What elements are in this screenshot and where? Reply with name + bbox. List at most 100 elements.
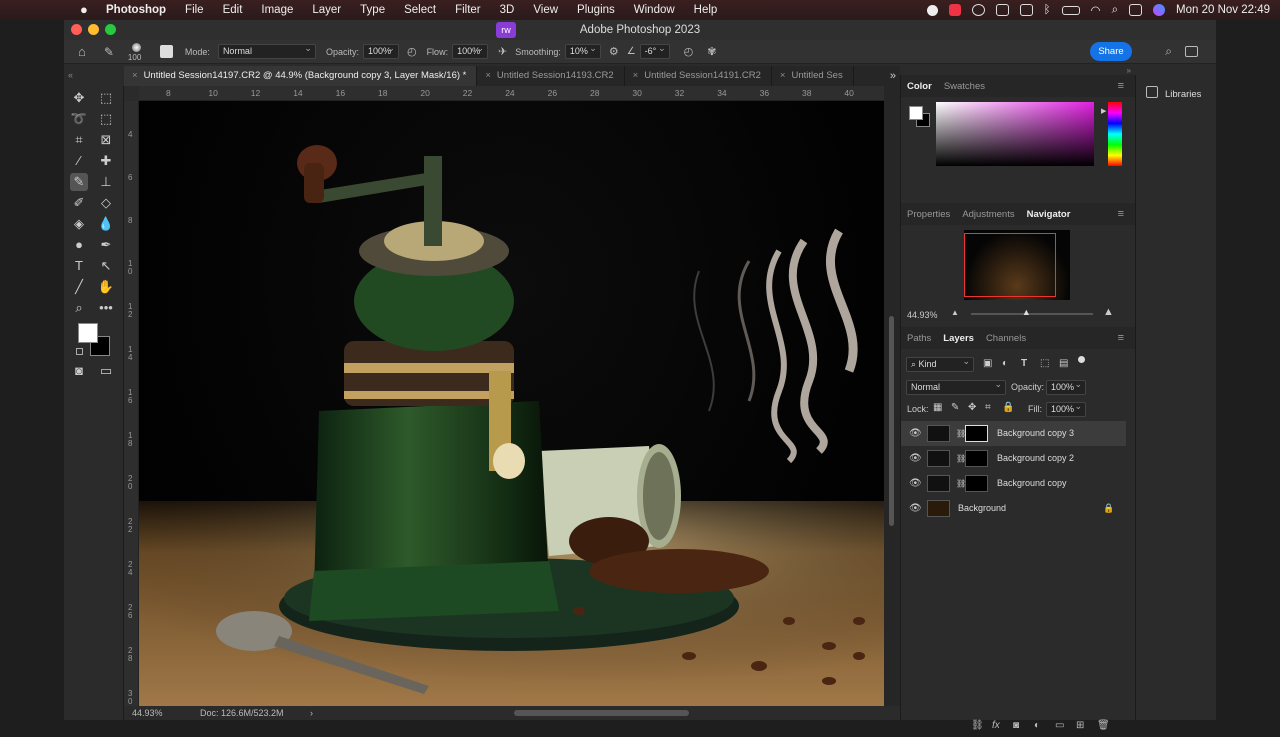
lock-image-icon[interactable]: ✎ bbox=[951, 402, 959, 413]
brush-tool-icon[interactable]: ✎ bbox=[70, 173, 88, 191]
visibility-eye-icon[interactable]: 👁 bbox=[909, 471, 922, 496]
layer-opacity-field[interactable]: 100% bbox=[1046, 378, 1086, 395]
path-select-tool-icon[interactable]: ↖ bbox=[97, 257, 115, 275]
layers-menu-icon[interactable]: ≡ bbox=[1112, 332, 1130, 344]
layer-mask-thumbnail[interactable] bbox=[965, 425, 988, 442]
color-fg-swatch[interactable] bbox=[909, 106, 923, 120]
status-app-icon[interactable] bbox=[948, 4, 961, 16]
filter-smart-object-icon[interactable]: ▤ bbox=[1059, 358, 1068, 369]
toolbar-collapse-icon[interactable]: « bbox=[68, 70, 73, 80]
navigator-menu-icon[interactable]: ≡ bbox=[1112, 208, 1130, 220]
layer-style-icon[interactable]: fx bbox=[992, 720, 1000, 731]
menu-3d[interactable]: 3D bbox=[500, 4, 515, 16]
tab-navigator[interactable]: Navigator bbox=[1021, 209, 1077, 220]
ruler-left[interactable]: 4 6 8 10 12 14 16 18 20 22 24 26 28 30 bbox=[124, 101, 139, 706]
lock-all-icon[interactable]: 🔒 bbox=[1002, 402, 1014, 413]
opacity-field[interactable]: 100% bbox=[362, 42, 399, 59]
menu-view[interactable]: View bbox=[533, 4, 558, 16]
screen-mode-icon[interactable]: ▭ bbox=[97, 362, 115, 380]
line-tool-icon[interactable]: ╱ bbox=[70, 278, 88, 296]
visibility-eye-icon[interactable]: 👁 bbox=[909, 446, 922, 471]
vertical-scroll-thumb[interactable] bbox=[889, 316, 894, 526]
navigator-zoom-slider[interactable]: ▲ bbox=[971, 308, 1093, 317]
minimize-window-icon[interactable] bbox=[88, 24, 99, 35]
stamp-tool-icon[interactable]: ⊥ bbox=[97, 173, 115, 191]
ruler-top[interactable]: 8 10 12 14 16 18 20 22 24 26 28 30 32 34 36 38 40 bbox=[139, 86, 884, 101]
hue-slider[interactable] bbox=[1108, 102, 1122, 166]
healing-tool-icon[interactable]: ✚ bbox=[97, 152, 115, 170]
color-field[interactable] bbox=[936, 102, 1094, 166]
zoom-window-icon[interactable] bbox=[105, 24, 116, 35]
color-panel-menu-icon[interactable]: ≡ bbox=[1112, 80, 1130, 92]
menu-filter[interactable]: Filter bbox=[455, 4, 481, 16]
status-zoom[interactable]: 44.93% bbox=[132, 706, 163, 720]
smoothing-field[interactable]: 10% bbox=[564, 42, 601, 59]
panel-collapse-icon[interactable]: » bbox=[1127, 66, 1131, 75]
navigator-zoom[interactable]: 44.93% bbox=[907, 310, 938, 320]
lock-artboard-icon[interactable]: ⌗ bbox=[985, 402, 991, 413]
quick-mask-icon[interactable]: ◙ bbox=[70, 362, 88, 380]
canvas-vertical-scrollbar[interactable] bbox=[884, 86, 900, 706]
menu-plugins[interactable]: Plugins bbox=[577, 4, 615, 16]
apple-icon[interactable]: ● bbox=[80, 3, 92, 17]
brush-settings-icon[interactable] bbox=[159, 45, 173, 58]
bluetooth-icon[interactable]: ᛒ bbox=[1044, 4, 1051, 16]
menu-help[interactable]: Help bbox=[694, 4, 718, 16]
link-layers-icon[interactable]: ⛓ bbox=[971, 720, 984, 731]
zoom-in-icon[interactable]: ▲ bbox=[1103, 306, 1114, 318]
home-icon[interactable]: ⌂ bbox=[78, 44, 86, 59]
hand-tool-icon[interactable]: ✋ bbox=[97, 278, 115, 296]
paint-bucket-tool-icon[interactable]: ◈ bbox=[70, 215, 88, 233]
foreground-color-swatch[interactable] bbox=[78, 323, 98, 343]
move-tool-icon[interactable]: ✥ bbox=[70, 89, 88, 107]
layer-mask-thumbnail[interactable] bbox=[965, 450, 988, 467]
visibility-eye-icon[interactable]: 👁 bbox=[909, 421, 922, 446]
control-center-icon[interactable] bbox=[1129, 4, 1143, 16]
menu-layer[interactable]: Layer bbox=[312, 4, 341, 16]
filter-adjustment-icon[interactable]: ◐ bbox=[1002, 358, 1008, 369]
tab-layers[interactable]: Layers bbox=[937, 333, 980, 344]
layer-thumbnail[interactable] bbox=[927, 475, 950, 492]
layer-row-background[interactable]: 👁 Background 🔒 bbox=[901, 496, 1126, 521]
smoothing-gear-icon[interactable]: ⚙ bbox=[609, 45, 619, 58]
angle-field[interactable]: -6° bbox=[639, 42, 670, 59]
workspace-icon[interactable] bbox=[1185, 46, 1198, 57]
navigator-view-box[interactable] bbox=[964, 233, 1056, 297]
eyedropper-tool-icon[interactable]: ⁄ bbox=[70, 152, 88, 170]
pen-tool-icon[interactable]: ✒ bbox=[97, 236, 115, 254]
tab-swatches[interactable]: Swatches bbox=[938, 81, 991, 92]
new-layer-icon[interactable]: ⊞ bbox=[1076, 720, 1084, 731]
menu-extra-icon[interactable] bbox=[995, 4, 1009, 16]
pressure-size-icon[interactable]: ◴ bbox=[684, 45, 694, 58]
tab-channels[interactable]: Channels bbox=[980, 333, 1032, 344]
siri-icon[interactable] bbox=[1153, 4, 1166, 16]
close-window-icon[interactable] bbox=[71, 24, 82, 35]
mode-select[interactable]: Normal bbox=[217, 42, 316, 59]
object-select-tool-icon[interactable]: ⬚ bbox=[97, 110, 115, 128]
document-canvas[interactable] bbox=[139, 101, 884, 706]
zoom-tool-icon[interactable]: ⌕ bbox=[70, 299, 88, 317]
layer-name[interactable]: Background copy 2 bbox=[997, 446, 1074, 471]
zoom-out-icon[interactable]: ▲ bbox=[951, 308, 959, 317]
tab-adjustments[interactable]: Adjustments bbox=[956, 209, 1020, 220]
visibility-eye-icon[interactable]: 👁 bbox=[909, 496, 922, 521]
layer-thumbnail[interactable] bbox=[927, 450, 950, 467]
date-time[interactable]: Mon 20 Nov 22:49 bbox=[1176, 4, 1270, 16]
fill-field[interactable]: 100% bbox=[1046, 400, 1086, 417]
tab-session14197[interactable]: × Untitled Session14197.CR2 @ 44.9% (Back… bbox=[124, 66, 478, 86]
airbrush-icon[interactable]: ✈ bbox=[498, 45, 507, 58]
brush-tool-icon[interactable]: ✎ bbox=[104, 45, 114, 59]
marquee-tool-icon[interactable]: ⬚ bbox=[97, 89, 115, 107]
layer-name[interactable]: Background copy bbox=[997, 471, 1067, 496]
tab-session14191[interactable]: × Untitled Session14191.CR2 bbox=[625, 66, 772, 86]
layer-row-background-copy[interactable]: 👁 ⛓ Background copy bbox=[901, 471, 1126, 496]
filter-shape-icon[interactable]: ⬚ bbox=[1040, 358, 1049, 369]
close-tab-icon[interactable]: × bbox=[485, 70, 491, 81]
default-colors-icon[interactable] bbox=[76, 348, 83, 355]
layer-row-background-copy-2[interactable]: 👁 ⛓ Background copy 2 bbox=[901, 446, 1126, 471]
tabs-overflow-icon[interactable]: » bbox=[890, 70, 896, 82]
menu-select[interactable]: Select bbox=[404, 4, 436, 16]
delete-layer-icon[interactable]: 🗑 bbox=[1097, 720, 1110, 731]
filter-pixel-icon[interactable]: ▣ bbox=[983, 358, 992, 369]
search-icon[interactable]: ⌕ bbox=[1165, 44, 1172, 59]
